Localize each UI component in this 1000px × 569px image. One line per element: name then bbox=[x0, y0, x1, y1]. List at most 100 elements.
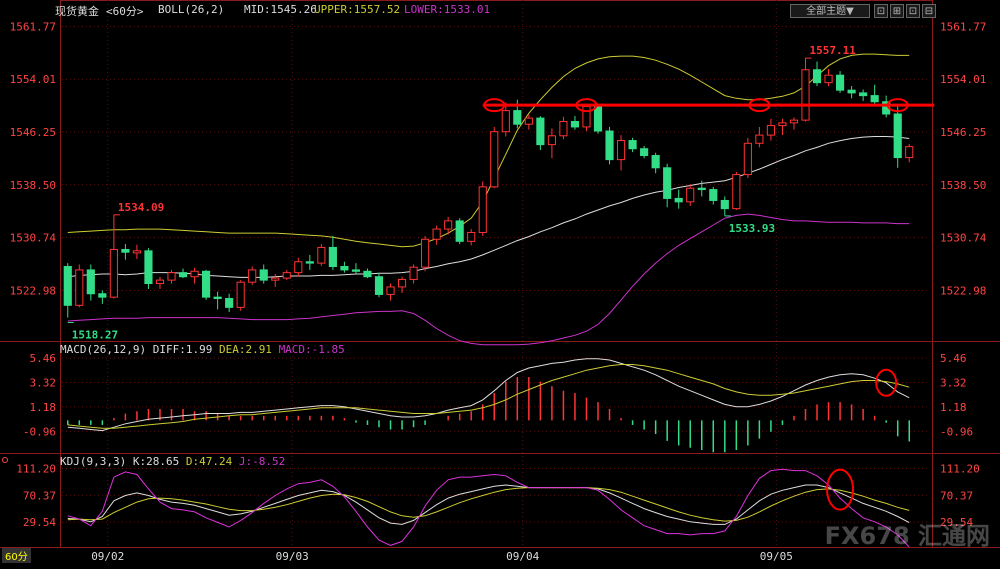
y-tick-label-right: 1538.50 bbox=[940, 179, 986, 192]
candle-up bbox=[167, 272, 176, 281]
candle-down bbox=[63, 266, 72, 306]
candle-down bbox=[847, 89, 856, 94]
boll-upper-value: UPPER:1557.52 bbox=[314, 3, 401, 16]
y-tick-label-left: 1522.98 bbox=[10, 284, 56, 297]
boll-indicator-label[interactable]: BOLL(26,2) bbox=[158, 3, 224, 16]
candle-down bbox=[870, 95, 879, 103]
candle-up bbox=[432, 228, 441, 240]
y-tick-label-right: 1530.74 bbox=[940, 232, 987, 245]
y-tick-label-right: 1554.01 bbox=[940, 73, 986, 86]
boll-lower-value: LOWER:1533.01 bbox=[404, 3, 491, 16]
chart-stage: 1522.98 1522.98 1530.74 1530.74 1538.50 1538.… bbox=[0, 0, 1000, 565]
candle-up bbox=[559, 120, 568, 137]
candle-up bbox=[501, 110, 510, 133]
candle-down bbox=[720, 199, 729, 210]
y-tick-label-left: -0.96 bbox=[23, 425, 56, 438]
candle-down bbox=[340, 266, 349, 271]
candle-down bbox=[225, 298, 234, 308]
kdj-k-value: K:28.65 bbox=[132, 455, 180, 468]
boll-mid-line bbox=[67, 136, 910, 278]
candle-up bbox=[421, 238, 430, 268]
candle-down bbox=[651, 155, 660, 169]
macd-legend: MACD(26,12,9) DIFF:1.99 DEA:2.91 MACD:-1… bbox=[60, 343, 345, 356]
candle-down bbox=[513, 110, 522, 125]
kdj-legend: KDJ(9,3,3) K:28.65 D:47.24 J:-8.52 bbox=[60, 455, 285, 468]
y-tick-label-left: 29.54 bbox=[23, 516, 56, 529]
candle-down bbox=[455, 220, 464, 242]
candle-up bbox=[271, 277, 280, 281]
y-tick-label-right: 3.32 bbox=[940, 377, 967, 390]
x-tick-label: 09/02 bbox=[91, 550, 124, 563]
y-tick-label-left: 3.32 bbox=[30, 377, 57, 390]
boll-mid-value: MID:1545.26 bbox=[244, 3, 317, 16]
window-icon[interactable]: ⊡ bbox=[906, 4, 920, 18]
candle-down bbox=[351, 269, 361, 272]
candle-down bbox=[674, 197, 683, 203]
candle-up bbox=[616, 140, 626, 161]
chart-canvas[interactable]: 1522.98 1522.98 1530.74 1530.74 1538.50 1538.… bbox=[0, 0, 1000, 565]
boll-upper-line bbox=[67, 53, 910, 248]
symbol-label: 现货黄金 bbox=[55, 5, 99, 18]
candle-up bbox=[236, 281, 245, 308]
candle-up bbox=[248, 269, 257, 283]
candle-up bbox=[397, 278, 407, 288]
candle-up bbox=[490, 131, 499, 188]
kdj-j-value: J:-8.52 bbox=[238, 455, 286, 468]
grid-icon[interactable]: ⊞ bbox=[890, 4, 904, 18]
y-tick-label-right: 1561.77 bbox=[940, 20, 986, 33]
candle-down bbox=[859, 92, 868, 97]
candle-down bbox=[697, 187, 706, 191]
candle-down bbox=[374, 276, 384, 295]
price-annotation: 1534.09 bbox=[118, 201, 164, 214]
candle-up bbox=[686, 187, 695, 203]
candle-up bbox=[778, 122, 787, 127]
kdj-k-line bbox=[67, 484, 910, 525]
candle-down bbox=[605, 130, 614, 161]
candle-up bbox=[444, 220, 453, 230]
y-tick-label-left: 1554.01 bbox=[10, 73, 56, 86]
candle-down bbox=[121, 248, 130, 253]
candle-up bbox=[409, 266, 418, 280]
candle-up bbox=[905, 146, 914, 159]
timeframe-selector[interactable]: 60分 bbox=[2, 548, 31, 563]
candle-up bbox=[801, 69, 810, 121]
y-tick-label-left: 1.18 bbox=[30, 401, 57, 414]
y-tick-label-right: 1546.25 bbox=[940, 126, 986, 139]
boll-lower-line bbox=[67, 213, 910, 346]
y-tick-label-left: 70.37 bbox=[23, 489, 56, 502]
candle-up bbox=[755, 134, 764, 144]
candle-up bbox=[582, 106, 591, 128]
minimize-icon[interactable]: ⊟ bbox=[922, 4, 936, 18]
y-tick-label-right: 1522.98 bbox=[940, 284, 986, 297]
timeframe-tag: <60分> bbox=[106, 5, 144, 18]
y-tick-label-right: 70.37 bbox=[940, 489, 973, 502]
candle-up bbox=[824, 74, 833, 84]
main-indicator-dropdown[interactable]: 全部主题▼ bbox=[790, 4, 870, 18]
kdj-d-line bbox=[67, 487, 910, 522]
watermark-logo: FX678 汇通网 bbox=[824, 522, 990, 550]
candle-down bbox=[98, 293, 107, 298]
candle-up bbox=[524, 117, 533, 125]
candle-down bbox=[628, 140, 637, 150]
kdj-j-line bbox=[67, 468, 910, 548]
candle-down bbox=[893, 113, 902, 159]
kdj-name: KDJ(9,3,3) bbox=[60, 455, 127, 468]
panel-toggle-icon bbox=[2, 457, 8, 463]
candle-down bbox=[640, 148, 649, 157]
candle-down bbox=[144, 250, 153, 285]
y-tick-label-left: 1530.74 bbox=[10, 232, 57, 245]
y-tick-label-left: 5.46 bbox=[30, 352, 57, 365]
x-tick-label: 09/05 bbox=[760, 550, 793, 563]
candle-down bbox=[836, 74, 845, 91]
layout-icon[interactable]: ⊡ bbox=[874, 4, 888, 18]
candle-down bbox=[259, 269, 268, 281]
candle-down bbox=[86, 269, 95, 295]
candle-up bbox=[317, 246, 326, 264]
candle-up bbox=[282, 272, 291, 279]
candle-down bbox=[536, 117, 545, 146]
y-tick-label-right: 5.46 bbox=[940, 352, 967, 365]
y-tick-label-left: 111.20 bbox=[16, 462, 56, 475]
candle-up bbox=[789, 119, 799, 124]
candle-down bbox=[593, 106, 603, 132]
candle-up bbox=[467, 231, 476, 242]
